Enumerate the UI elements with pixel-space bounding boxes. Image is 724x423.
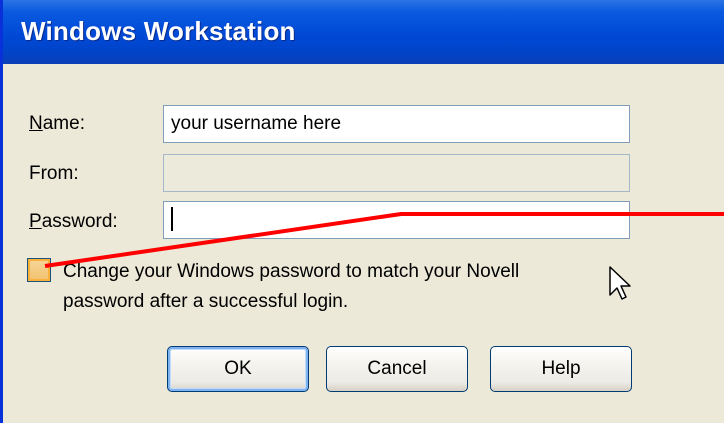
cancel-button[interactable]: Cancel xyxy=(326,346,468,392)
password-input[interactable] xyxy=(163,201,630,239)
from-input xyxy=(163,154,630,192)
mouse-pointer-icon xyxy=(609,266,631,300)
password-label: Password: xyxy=(29,211,118,233)
name-input[interactable] xyxy=(163,105,630,143)
change-password-label: Change your Windows password to match yo… xyxy=(63,261,520,312)
from-label: From: xyxy=(29,163,79,184)
password-label-text: assword: xyxy=(41,211,118,232)
password-label-accelerator: P xyxy=(29,211,42,232)
text-caret xyxy=(171,207,173,231)
name-label-text: ame: xyxy=(42,113,85,134)
title-bar[interactable]: Windows Workstation xyxy=(3,0,724,64)
name-label-accelerator: N xyxy=(29,113,43,134)
name-label: Name: xyxy=(29,113,85,135)
window-title: Windows Workstation xyxy=(21,16,296,46)
ok-button[interactable]: OK xyxy=(167,346,309,392)
change-password-checkbox[interactable] xyxy=(27,258,51,282)
help-button[interactable]: Help xyxy=(490,346,632,392)
login-dialog: Windows Workstation Name: From: Password… xyxy=(0,0,724,423)
